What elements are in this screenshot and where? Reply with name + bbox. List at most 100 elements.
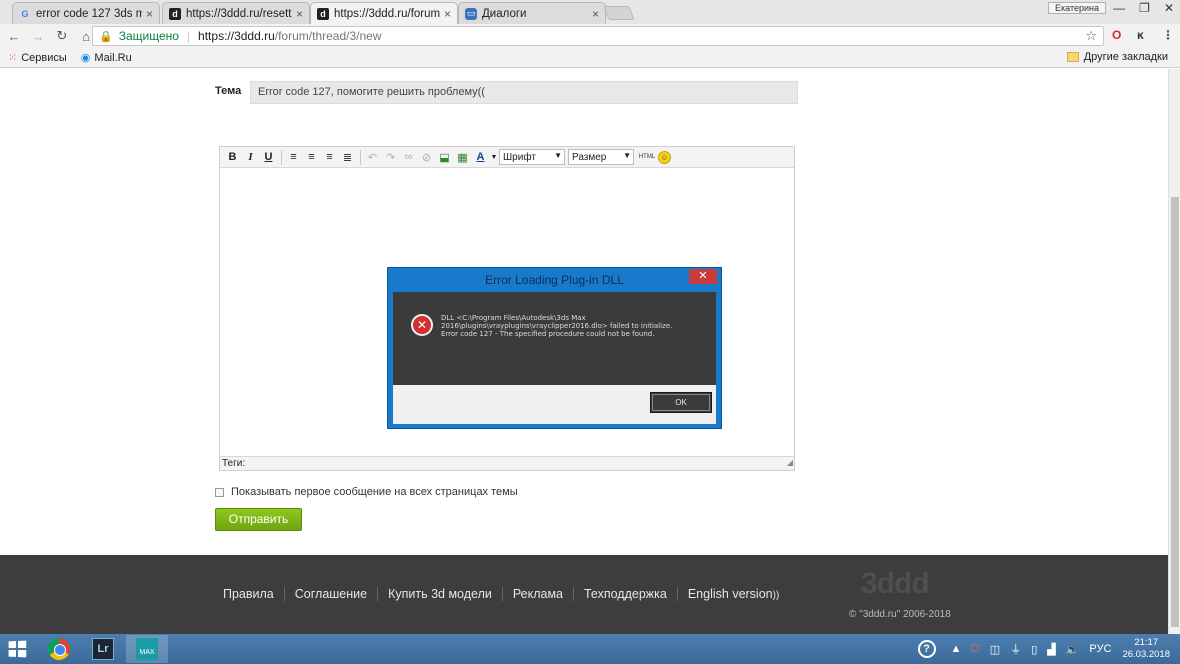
editor-toolbar: B I U ≡ ≡ ≡ ≣ ↶ ↷ ∞ ⊘ ⬓ ▦ A ▼ Шрифт ▼ Ра… xyxy=(220,147,794,168)
lightroom-icon: Lr xyxy=(92,638,114,660)
footer-link-agreement[interactable]: Соглашение xyxy=(285,587,379,601)
insert-image-icon[interactable]: ⬓ xyxy=(436,149,453,166)
footer-link-english[interactable]: English version)) xyxy=(678,587,789,601)
size-select[interactable]: Размер ▼ xyxy=(568,149,634,165)
minimize-button[interactable]: — xyxy=(1113,1,1125,15)
volume-icon[interactable]: 🔈 xyxy=(1066,643,1080,656)
clock-date: 26.03.2018 xyxy=(1122,649,1170,660)
bookmark-apps[interactable]: ⁙ Сервисы xyxy=(8,51,67,65)
address-bar[interactable]: 🔒 Защищено | https://3ddd.ru /forum/thre… xyxy=(92,26,1104,46)
dropbox-icon[interactable]: ◫ xyxy=(990,643,1000,656)
italic-button[interactable]: I xyxy=(242,149,259,166)
bookmark-mailru[interactable]: ◉ Mail.Ru xyxy=(81,51,132,65)
message-line: DLL <C:\Program Files\Autodesk\3ds Max xyxy=(441,314,586,322)
bookmark-star-icon[interactable]: ☆ xyxy=(1085,28,1097,44)
forward-button[interactable]: → xyxy=(28,29,48,44)
close-tab-icon[interactable]: × xyxy=(444,7,451,21)
tab-3ddd-resetting[interactable]: d https://3ddd.ru/resetting × xyxy=(162,2,310,24)
resize-handle-icon[interactable]: ◢ xyxy=(787,456,793,469)
tab-strip: G error code 127 3ds max × d https://3dd… xyxy=(0,0,1180,24)
antivirus-icon[interactable]: ⛋ xyxy=(971,643,979,656)
dialog-close-button[interactable]: ✕ xyxy=(689,269,717,284)
chat-icon: ▭ xyxy=(465,7,477,20)
tab-dialogs[interactable]: ▭ Диалоги × xyxy=(458,2,606,24)
redo-icon[interactable]: ↷ xyxy=(382,149,399,166)
profile-button[interactable]: Екатерина xyxy=(1048,2,1106,14)
other-bookmarks[interactable]: Другие закладки xyxy=(1066,51,1168,63)
taskbar-chrome[interactable] xyxy=(38,635,80,663)
insert-table-icon[interactable]: ▦ xyxy=(454,149,471,166)
footer-link-ads[interactable]: Реклама xyxy=(503,587,574,601)
close-tab-icon[interactable]: × xyxy=(592,7,599,21)
new-tab-button[interactable] xyxy=(603,6,635,20)
dialog-title: Error Loading Plug-in DLL xyxy=(485,273,624,287)
message-line: Error code 127 - The specified procedure… xyxy=(441,330,655,338)
tab-google-search[interactable]: G error code 127 3ds max × xyxy=(12,2,160,24)
taskbar-lightroom[interactable]: Lr xyxy=(82,635,124,663)
3ddd-d-icon: d xyxy=(169,7,181,20)
close-tab-icon[interactable]: × xyxy=(146,7,153,21)
align-justify-icon[interactable]: ≣ xyxy=(339,149,356,166)
bold-button[interactable]: B xyxy=(224,149,241,166)
align-left-icon[interactable]: ≡ xyxy=(285,149,302,166)
footer-link-rules[interactable]: Правила xyxy=(223,587,285,601)
font-select[interactable]: Шрифт ▼ xyxy=(499,149,565,165)
text-color-icon[interactable]: A xyxy=(472,149,489,166)
link-icon[interactable]: ∞ xyxy=(400,149,417,166)
smiley-icon[interactable]: ☺ xyxy=(658,150,671,164)
k-extension-icon[interactable]: ĸ xyxy=(1137,28,1144,42)
ok-button[interactable]: OK xyxy=(650,392,712,413)
chevron-down-icon[interactable]: ▼ xyxy=(490,149,498,166)
lock-icon: 🔒 xyxy=(99,30,113,43)
window-controls: — ❐ ✕ xyxy=(1113,1,1174,15)
align-center-icon[interactable]: ≡ xyxy=(303,149,320,166)
error-icon: ✕ xyxy=(411,314,433,336)
chrome-icon xyxy=(48,638,70,660)
language-indicator[interactable]: РУС xyxy=(1089,643,1111,655)
browser-toolbar: ← → ↻ ⌂ 🔒 Защищено | https://3ddd.ru /fo… xyxy=(0,24,1180,48)
battery-icon[interactable]: ▯ xyxy=(1031,643,1037,656)
close-window-button[interactable]: ✕ xyxy=(1164,1,1174,15)
url-path: /forum/thread/3/new xyxy=(274,29,382,43)
dialog-footer: OK xyxy=(393,385,716,424)
underline-button[interactable]: U xyxy=(260,149,277,166)
tab-title: Диалоги xyxy=(482,7,527,20)
font-select-value: Шрифт xyxy=(503,151,536,163)
opera-extension-icon[interactable]: O xyxy=(1112,28,1121,42)
back-button[interactable]: ← xyxy=(4,29,24,44)
tab-title: https://3ddd.ru/resetting xyxy=(186,7,292,20)
subject-input[interactable]: Error code 127, помогите решить проблему… xyxy=(250,81,798,104)
help-icon[interactable]: ? xyxy=(917,640,936,658)
close-tab-icon[interactable]: × xyxy=(296,7,303,21)
show-first-post-option: Показывать первое сообщение на всех стра… xyxy=(215,486,518,498)
footer-link-buy-models[interactable]: Купить 3d модели xyxy=(378,587,503,601)
unlink-icon[interactable]: ⊘ xyxy=(418,149,435,166)
reload-button[interactable]: ↻ xyxy=(52,28,72,44)
site-logo[interactable]: 3ddd xyxy=(861,567,930,601)
tags-label: Теги: xyxy=(222,458,246,469)
screen: G error code 127 3ds max × d https://3dd… xyxy=(0,0,1180,664)
align-right-icon[interactable]: ≡ xyxy=(321,149,338,166)
scrollbar-thumb[interactable] xyxy=(1171,197,1179,627)
usb-icon[interactable]: ⏚ xyxy=(1010,641,1021,657)
html-mode-button[interactable]: HTML xyxy=(637,149,657,166)
tab-title: https://3ddd.ru/forum/th xyxy=(334,7,440,20)
divider: | xyxy=(186,29,191,43)
footer-link-support[interactable]: Техподдержка xyxy=(574,587,678,601)
show-first-post-checkbox[interactable] xyxy=(215,487,224,497)
network-icon[interactable]: ▟ xyxy=(1047,643,1055,656)
restore-button[interactable]: ❐ xyxy=(1139,1,1150,15)
start-windows-icon[interactable] xyxy=(8,640,27,658)
divider xyxy=(281,149,282,165)
taskbar-3dsmax[interactable]: MAX xyxy=(126,635,168,663)
menu-icon[interactable]: ⋮ xyxy=(1162,28,1174,42)
dialog-message: DLL <C:\Program Files\Autodesk\3ds Max 2… xyxy=(441,314,709,338)
submit-button[interactable]: Отправить xyxy=(215,508,302,531)
clock[interactable]: 21:17 26.03.2018 xyxy=(1122,637,1170,661)
tab-3ddd-forum[interactable]: d https://3ddd.ru/forum/th × xyxy=(310,2,458,24)
chevron-up-icon[interactable]: ▲ xyxy=(951,643,962,655)
page-scrollbar[interactable] xyxy=(1168,69,1180,634)
tab-title: error code 127 3ds max xyxy=(36,7,142,20)
undo-icon[interactable]: ↶ xyxy=(364,149,381,166)
url-host: https://3ddd.ru xyxy=(198,29,275,43)
